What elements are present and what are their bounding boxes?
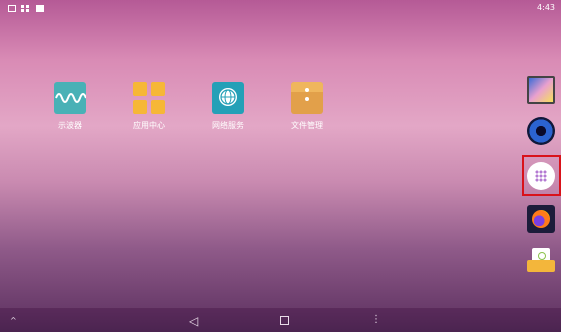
waveform-icon xyxy=(54,82,87,114)
dock-firefox[interactable] xyxy=(527,205,555,233)
app-app-center[interactable]: 应用中心 xyxy=(119,82,179,131)
app-label: 网络服务 xyxy=(212,121,244,130)
screenshot-icon xyxy=(8,5,16,12)
apps-grid-icon xyxy=(133,82,165,114)
app-label: 文件管理 xyxy=(291,121,323,130)
app-label: 示波器 xyxy=(58,121,82,130)
nav-menu-button[interactable]: ⋮ xyxy=(371,314,381,325)
dock-music[interactable] xyxy=(527,117,555,145)
app-label: 应用中心 xyxy=(133,121,165,130)
nav-home-button[interactable] xyxy=(280,316,289,325)
nav-up-button[interactable]: ^ xyxy=(10,316,17,325)
notification-grid-icon xyxy=(21,5,29,12)
dock-email[interactable] xyxy=(527,246,555,274)
nav-back-button[interactable]: ◁ xyxy=(189,314,198,328)
highlight-box xyxy=(522,155,561,196)
app-file-manager[interactable]: 文件管理 xyxy=(277,82,337,131)
status-square-icon xyxy=(36,5,44,12)
globe-icon xyxy=(212,82,244,114)
firefox-icon xyxy=(532,210,550,228)
app-network-service[interactable]: 网络服务 xyxy=(198,82,258,131)
status-bar: 4:43 xyxy=(0,0,561,18)
folder-icon xyxy=(291,82,323,114)
app-oscilloscope[interactable]: 示波器 xyxy=(40,82,100,131)
dock-gallery[interactable] xyxy=(527,76,555,104)
navigation-bar: ^ ◁ ⋮ xyxy=(0,308,561,332)
clock: 4:43 xyxy=(537,3,555,12)
